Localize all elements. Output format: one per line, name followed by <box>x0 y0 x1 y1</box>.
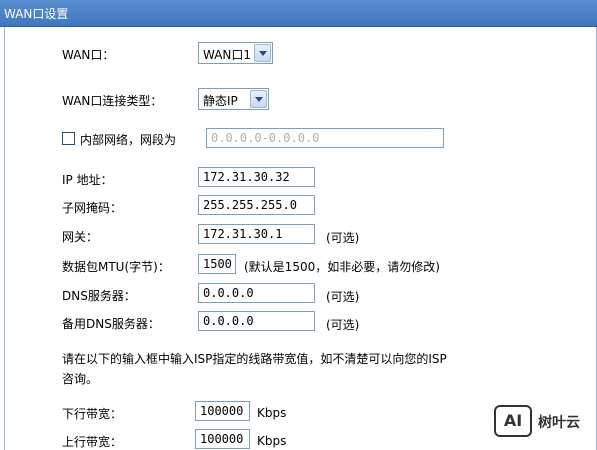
intranet-label: 内部网络，网段为 <box>80 133 177 147</box>
intranet-range-input[interactable]: 0.0.0.0-0.0.0.0 <box>206 128 444 148</box>
dns-hint: (可选) <box>326 290 360 304</box>
subnet-mask-label: 子网掩码： <box>62 201 123 215</box>
subnet-mask-input[interactable]: 255.255.255.0 <box>198 195 315 215</box>
bandwidth-note: 请在以下的输入框中输入ISP指定的线路带宽值，如不清楚可以向您的ISP 咨询。 <box>62 349 532 389</box>
section-title: WAN口设置 <box>4 7 69 21</box>
bandwidth-note-line2: 咨询。 <box>62 372 99 386</box>
ip-address-label: IP 地址： <box>62 173 113 187</box>
gateway-input[interactable]: 172.31.30.1 <box>198 224 315 244</box>
intranet-checkbox[interactable] <box>62 132 75 145</box>
dns-label: DNS服务器： <box>62 289 136 303</box>
downlink-unit: Kbps <box>257 406 287 420</box>
section-header: WAN口设置 <box>0 0 597 27</box>
connection-type-label: WAN口连接类型： <box>62 94 163 108</box>
chevron-down-icon[interactable] <box>254 44 271 62</box>
ip-address-input[interactable]: 172.31.30.32 <box>198 167 315 187</box>
uplink-label: 上行带宽： <box>62 435 123 449</box>
mtu-hint: (默认是1500，如非必要，请勿修改) <box>244 260 440 274</box>
connection-type-select[interactable]: 静态IP <box>198 88 269 110</box>
mtu-label: 数据包MTU(字节)： <box>62 260 170 274</box>
backup-dns-label: 备用DNS服务器： <box>62 317 160 331</box>
connection-type-value: 静态IP <box>203 94 238 108</box>
watermark-logo-icon: AI <box>494 405 532 437</box>
downlink-input[interactable]: 100000 <box>195 401 250 421</box>
mtu-input[interactable]: 1500 <box>198 254 236 274</box>
dns-input[interactable]: 0.0.0.0 <box>198 283 315 303</box>
bandwidth-note-line1: 请在以下的输入框中输入ISP指定的线路带宽值，如不清楚可以向您的ISP <box>62 352 447 366</box>
watermark-text: 树叶云 <box>538 415 580 431</box>
backup-dns-input[interactable]: 0.0.0.0 <box>198 311 315 331</box>
gateway-label: 网关： <box>62 230 99 244</box>
wan-port-value: WAN口1 <box>203 48 252 62</box>
watermark: AI 树叶云 <box>494 405 594 439</box>
wan-port-select[interactable]: WAN口1 <box>198 42 273 64</box>
uplink-input[interactable]: 100000 <box>195 429 250 449</box>
uplink-unit: Kbps <box>257 434 287 448</box>
wan-port-label: WAN口： <box>62 48 115 62</box>
downlink-label: 下行带宽： <box>62 407 123 421</box>
backup-dns-hint: (可选) <box>326 318 360 332</box>
gateway-hint: (可选) <box>326 231 360 245</box>
chevron-down-icon[interactable] <box>250 90 267 108</box>
